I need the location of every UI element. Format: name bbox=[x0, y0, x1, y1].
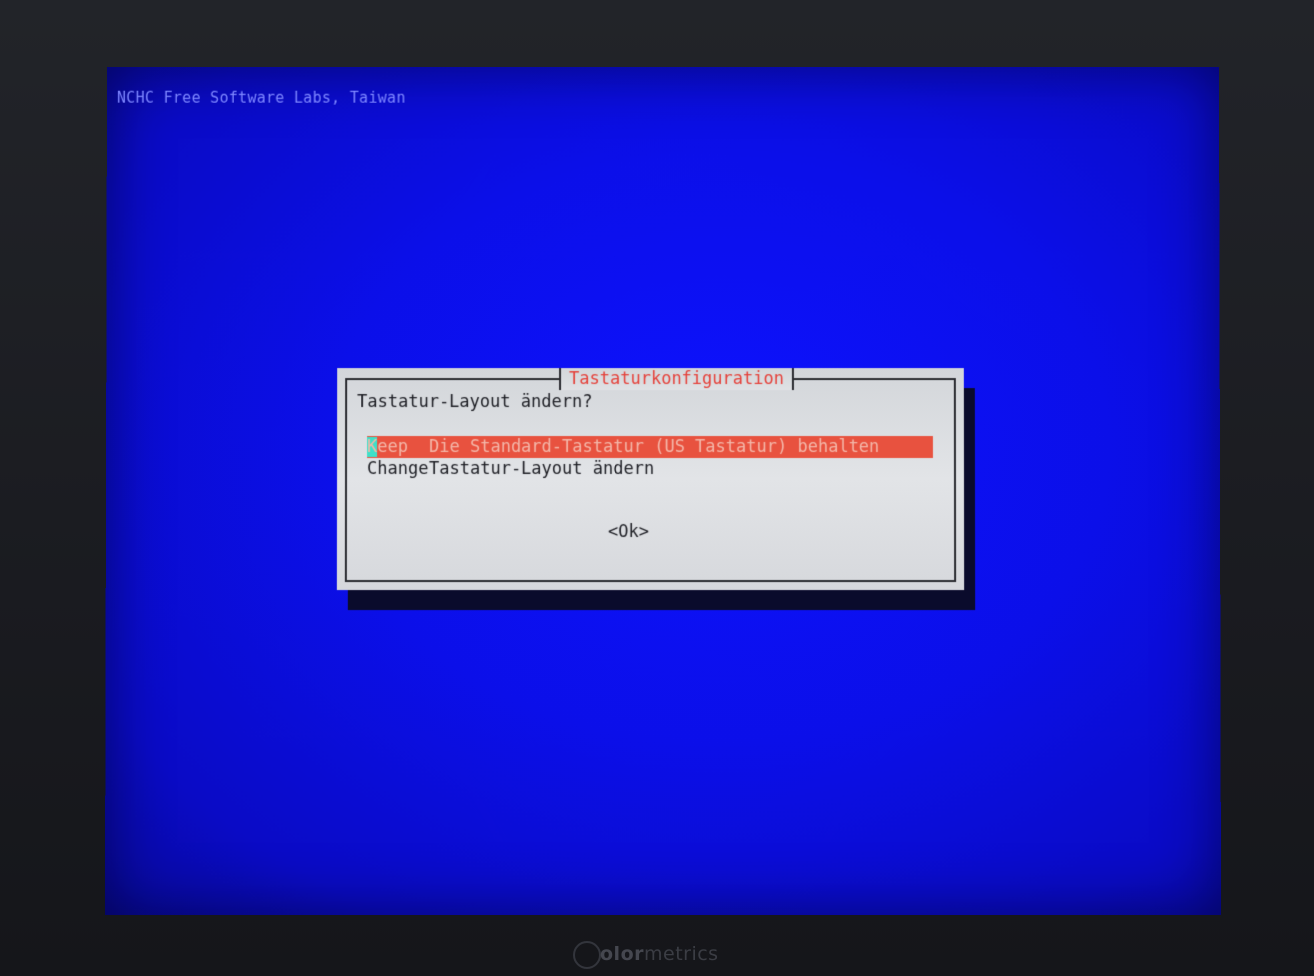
menu-item-change-tag-rest: hange bbox=[377, 459, 429, 480]
watermark: olormetrics bbox=[600, 943, 719, 965]
backtitle: NCHC Free Software Labs, Taiwan bbox=[116, 88, 406, 107]
menu-item-change-tag: Change bbox=[367, 458, 429, 480]
dialog-prompt: Tastatur-Layout ändern? bbox=[357, 392, 593, 413]
menu-item-change-description: Tastatur-Layout ändern bbox=[429, 459, 655, 480]
photo-frame: NCHC Free Software Labs, Taiwan Tastatur… bbox=[0, 0, 1314, 976]
keyboard-config-dialog: Tastaturkonfiguration Tastatur-Layout än… bbox=[336, 368, 965, 591]
console-screen: NCHC Free Software Labs, Taiwan Tastatur… bbox=[104, 66, 1222, 915]
menu-item-keep[interactable]: Keep Die Standard-Tastatur (US Tastatur) … bbox=[367, 436, 933, 459]
menu-item-change[interactable]: ChangeTastatur-Layout ändern bbox=[367, 458, 933, 480]
watermark-bold: olor bbox=[600, 943, 644, 965]
menu-item-keep-description: Die Standard-Tastatur (US Tastatur) beha… bbox=[429, 437, 880, 458]
menu-item-keep-tag-rest: eep bbox=[377, 437, 409, 458]
watermark-rest: metrics bbox=[644, 943, 719, 965]
menu-item-change-hotkey: C bbox=[367, 459, 378, 480]
menu-item-keep-hotkey: K bbox=[367, 437, 378, 458]
watermark-logo-icon bbox=[573, 941, 601, 969]
dialog-title: Tastaturkonfiguration bbox=[559, 368, 794, 391]
menu-item-keep-tag: Keep bbox=[367, 436, 429, 458]
ok-button[interactable]: <Ok> bbox=[608, 522, 649, 542]
option-menu: Keep Die Standard-Tastatur (US Tastatur) … bbox=[367, 436, 933, 480]
